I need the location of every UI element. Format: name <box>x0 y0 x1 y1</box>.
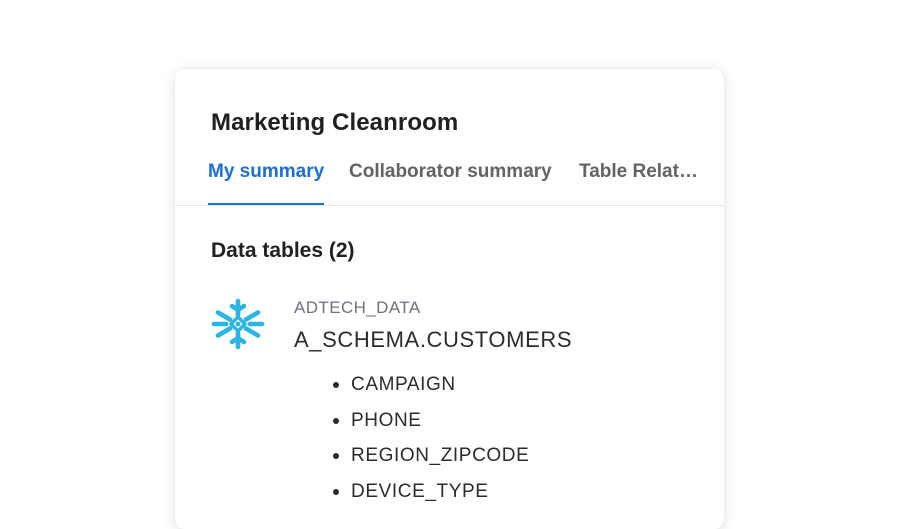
database-name: ADTECH_DATA <box>294 298 421 317</box>
tab-bar: My summary Collaborator summary Table Re… <box>175 157 724 206</box>
tab-collaborator-summary[interactable]: Collaborator summary <box>349 161 552 205</box>
column-name: CAMPAIGN <box>351 374 456 395</box>
column-list: CAMPAIGN PHONE REGION_ZIPCODE DEVICE_TYP… <box>333 367 529 509</box>
data-tables-heading: Data tables (2) <box>211 239 355 262</box>
column-name: DEVICE_TYPE <box>351 480 489 502</box>
list-item: DEVICE_TYPE <box>333 474 529 510</box>
bullet-icon <box>333 453 339 459</box>
cleanroom-card: Marketing Cleanroom My summary Collabora… <box>175 69 724 529</box>
bullet-icon <box>333 488 339 495</box>
list-item: REGION_ZIPCODE <box>333 438 529 474</box>
snowflake-icon <box>211 298 265 350</box>
list-item: PHONE <box>333 403 529 439</box>
table-name: A_SCHEMA.CUSTOMERS <box>294 327 573 352</box>
page-title: Marketing Cleanroom <box>211 109 459 136</box>
tab-table-relationships[interactable]: Table Relat… <box>579 161 698 205</box>
tab-my-summary[interactable]: My summary <box>208 161 325 205</box>
bullet-icon <box>333 417 339 424</box>
column-name: PHONE <box>351 409 422 431</box>
list-item: CAMPAIGN <box>333 367 529 403</box>
column-name: REGION_ZIPCODE <box>351 445 530 466</box>
bullet-icon <box>333 382 339 388</box>
